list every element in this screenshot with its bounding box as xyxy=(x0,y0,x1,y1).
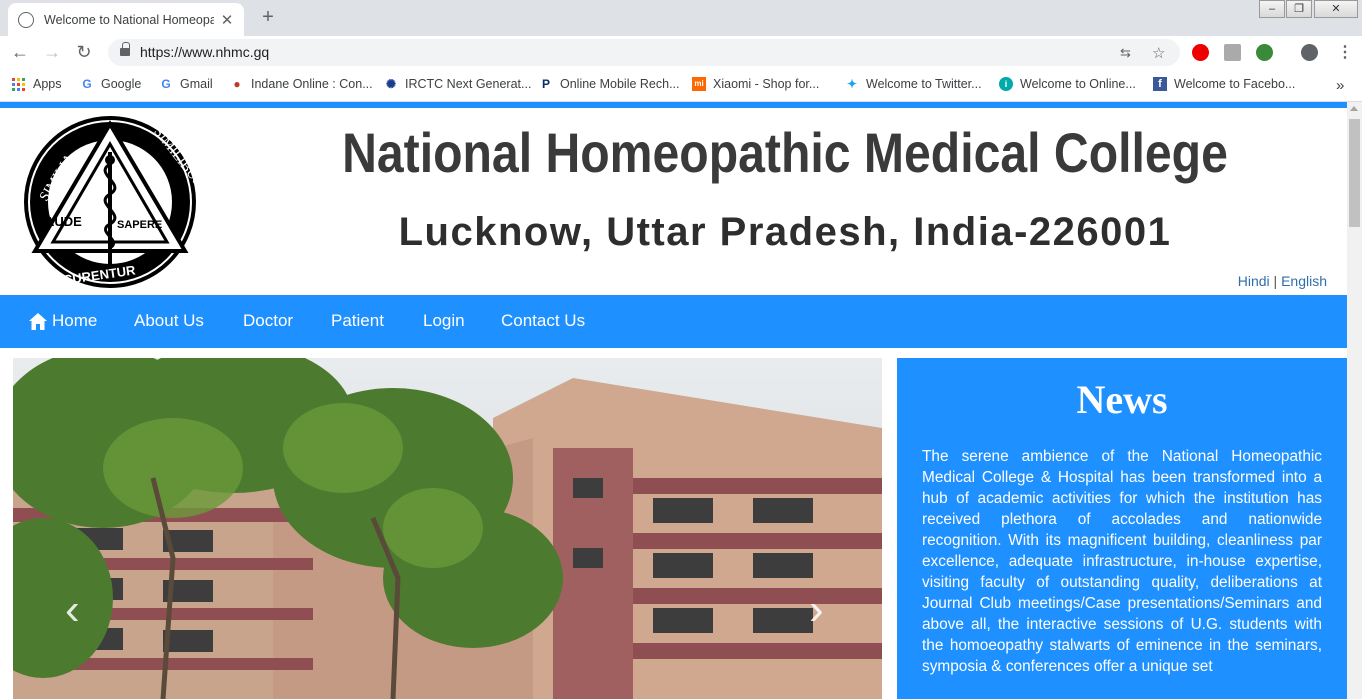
scrollbar-thumb[interactable] xyxy=(1349,119,1360,227)
language-switcher: Hindi | English xyxy=(1238,273,1327,289)
facebook-icon: f xyxy=(1153,77,1167,91)
menu-kebab-icon[interactable]: ⋮ xyxy=(1337,42,1353,62)
minimize-button[interactable]: – xyxy=(1259,0,1285,18)
logo-sapere-text: SAPERE xyxy=(117,219,162,231)
bookmark-label: IRCTC Next Generat... xyxy=(405,77,532,91)
forward-button[interactable]: → xyxy=(40,40,64,64)
lang-english-link[interactable]: English xyxy=(1281,273,1327,289)
college-building-photo xyxy=(13,358,882,699)
tab-title: Welcome to National Homeopat xyxy=(44,12,214,27)
reload-button[interactable]: ↻ xyxy=(72,40,96,64)
nav-label: Home xyxy=(52,311,98,330)
bookmark-google[interactable]: G Google xyxy=(80,77,141,91)
browser-toolbar: ← → ↻ https://www.nhmc.gq ⇆ ☆ ⋮ xyxy=(0,36,1362,68)
restore-button[interactable]: ❐ xyxy=(1286,0,1312,18)
close-window-button[interactable]: ✕ xyxy=(1314,0,1358,18)
bookmark-facebook[interactable]: f Welcome to Facebo... xyxy=(1153,77,1295,91)
bookmarks-bar: Apps G Google G Gmail ● Indane Online : … xyxy=(0,68,1362,102)
google-icon: G xyxy=(161,77,171,91)
nav-patient[interactable]: Patient xyxy=(331,311,384,331)
lang-separator: | xyxy=(1273,273,1278,289)
bookmark-twitter[interactable]: ✦ Welcome to Twitter... xyxy=(845,77,982,91)
nav-doctor[interactable]: Doctor xyxy=(243,311,293,331)
bookmark-label: Indane Online : Con... xyxy=(251,77,373,91)
address-bar[interactable]: https://www.nhmc.gq ⇆ ☆ xyxy=(108,39,1180,66)
nav-about-us[interactable]: About Us xyxy=(134,311,204,331)
bookmark-label: Welcome to Online... xyxy=(1020,77,1136,91)
bookmark-star-icon[interactable]: ☆ xyxy=(1152,44,1165,62)
opera-extension-icon[interactable] xyxy=(1192,44,1209,61)
nav-label: Login xyxy=(423,311,465,330)
online-icon: i xyxy=(999,77,1013,91)
page-favicon-icon xyxy=(18,11,34,28)
indane-icon: ● xyxy=(233,77,241,91)
nav-label: Contact Us xyxy=(501,311,586,330)
globe-extension-icon[interactable] xyxy=(1256,44,1273,61)
bookmark-label: Online Mobile Rech... xyxy=(560,77,680,91)
lang-hindi-link[interactable]: Hindi xyxy=(1238,273,1270,289)
browser-tab[interactable]: Welcome to National Homeopat ✕ xyxy=(8,3,244,36)
bookmark-apps[interactable]: Apps xyxy=(12,77,62,91)
bookmark-label: Welcome to Facebo... xyxy=(1174,77,1296,91)
carousel-prev-button[interactable]: ‹ xyxy=(65,588,80,632)
college-logo: AUDE SAPERE SIMILIA SIMILIBUS CURENTUR xyxy=(24,116,205,288)
bookmark-label: Google xyxy=(101,77,142,91)
nav-contact-us[interactable]: Contact Us xyxy=(501,311,585,331)
paytm-icon: P xyxy=(541,77,550,91)
page-viewport: AUDE SAPERE SIMILIA SIMILIBUS CURENTUR N… xyxy=(0,102,1347,699)
logo-aude-text: AUDE xyxy=(45,214,82,229)
bookmark-irctc[interactable]: ✺ IRCTC Next Generat... xyxy=(384,77,531,91)
lock-icon xyxy=(120,42,130,58)
nav-label: Doctor xyxy=(243,311,294,330)
home-icon xyxy=(29,312,47,330)
news-heading: News xyxy=(1076,377,1168,422)
twitter-icon: ✦ xyxy=(846,77,858,91)
news-panel: News The serene ambience of the National… xyxy=(897,358,1347,699)
bookmark-label: Xiaomi - Shop for... xyxy=(713,77,820,91)
tab-close-icon[interactable]: ✕ xyxy=(220,11,234,29)
apps-grid-icon xyxy=(12,77,25,91)
carousel-next-button[interactable]: › xyxy=(809,588,824,632)
bookmark-paytm[interactable]: P Online Mobile Rech... xyxy=(539,77,680,91)
site-subtitle: Lucknow, Uttar Pradesh, India-226001 xyxy=(398,210,1172,254)
scroll-up-arrow-icon[interactable] xyxy=(1350,106,1358,111)
back-button[interactable]: ← xyxy=(8,40,32,64)
profile-avatar-icon[interactable] xyxy=(1301,44,1318,61)
cart-extension-icon[interactable] xyxy=(1224,44,1241,61)
nav-login[interactable]: Login xyxy=(423,311,465,331)
image-carousel[interactable]: ‹ › xyxy=(13,358,882,699)
bookmark-label: Welcome to Twitter... xyxy=(866,77,982,91)
nav-label: About Us xyxy=(134,311,204,330)
translate-icon[interactable]: ⇆ xyxy=(1120,45,1131,61)
url-text: https://www.nhmc.gq xyxy=(140,44,270,60)
nav-home[interactable]: Home xyxy=(29,311,97,331)
top-accent-line xyxy=(0,102,1347,108)
bookmark-online[interactable]: i Welcome to Online... xyxy=(999,77,1136,91)
bookmark-indane[interactable]: ● Indane Online : Con... xyxy=(230,77,373,91)
news-body: The serene ambience of the National Home… xyxy=(922,448,1322,675)
bookmark-label: Gmail xyxy=(180,77,213,91)
bookmark-label: Apps xyxy=(33,77,62,91)
site-title: National Homeopathic Medical College xyxy=(342,121,1228,184)
xiaomi-icon: mi xyxy=(692,77,706,91)
bookmarks-overflow-button[interactable]: » xyxy=(1336,77,1344,94)
page-scrollbar[interactable] xyxy=(1347,102,1362,699)
bookmark-gmail[interactable]: G Gmail xyxy=(159,77,213,91)
bookmark-xiaomi[interactable]: mi Xiaomi - Shop for... xyxy=(692,77,819,91)
irctc-icon: ✺ xyxy=(385,77,397,91)
browser-tabstrip: Welcome to National Homeopat ✕ + – ❐ ✕ xyxy=(0,0,1362,36)
new-tab-button[interactable]: + xyxy=(255,6,281,30)
nav-label: Patient xyxy=(331,311,384,330)
main-navbar: Home About Us Doctor Patient Login Conta… xyxy=(0,295,1347,348)
google-icon: G xyxy=(82,77,92,91)
